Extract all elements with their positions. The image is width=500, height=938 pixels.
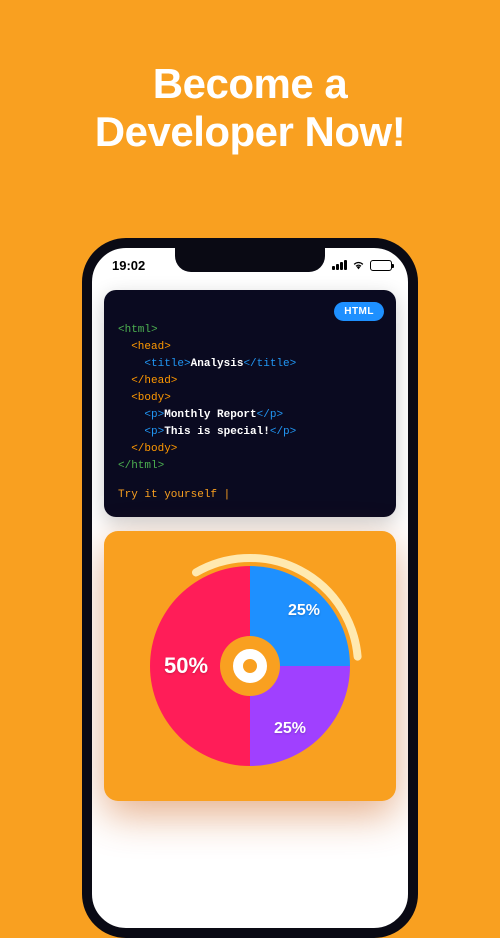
slice-label-a: 50% bbox=[164, 653, 208, 679]
try-it-yourself-prompt[interactable]: Try it yourself | bbox=[118, 489, 382, 501]
wifi-icon bbox=[351, 259, 366, 271]
donut-hole bbox=[220, 636, 280, 696]
phone-notch bbox=[175, 246, 325, 272]
slice-label-c: 25% bbox=[274, 720, 306, 738]
slice-label-b: 25% bbox=[288, 602, 320, 620]
donut-chart: 50% 25% 25% bbox=[150, 566, 350, 766]
app-screen: HTML <html> <head> <title>Analysis</titl… bbox=[92, 276, 408, 801]
headline: Become aDeveloper Now! bbox=[0, 0, 500, 157]
chart-card: 50% 25% 25% bbox=[104, 531, 396, 801]
code-editor-card[interactable]: HTML <html> <head> <title>Analysis</titl… bbox=[104, 290, 396, 517]
status-time: 19:02 bbox=[112, 258, 145, 273]
signal-icon bbox=[332, 260, 347, 270]
donut-center-ring bbox=[233, 649, 267, 683]
status-right bbox=[332, 259, 392, 271]
input-cursor: | bbox=[224, 489, 231, 501]
tiy-text: Try it yourself bbox=[118, 489, 217, 501]
battery-icon bbox=[370, 260, 392, 271]
phone-frame: 19:02 HTML <html> <head> <title>Analysis… bbox=[82, 238, 418, 938]
code-block: <html> <head> <title>Analysis</title> </… bbox=[118, 322, 382, 475]
language-badge: HTML bbox=[334, 302, 384, 321]
